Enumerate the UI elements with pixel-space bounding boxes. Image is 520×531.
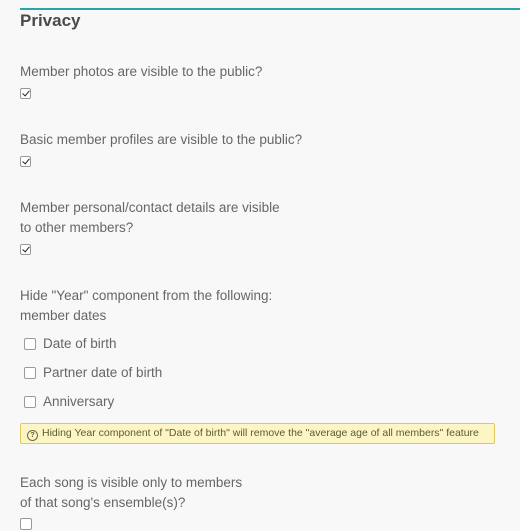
photos-public-checkbox[interactable] (20, 88, 31, 99)
song-visibility-checkbox[interactable] (20, 518, 32, 530)
hide-year-line1: Hide "Year" component from the following… (20, 288, 273, 303)
hide-year-label: Hide "Year" component from the following… (20, 286, 310, 326)
profiles-public-checkbox[interactable] (20, 156, 31, 167)
date-of-birth-label[interactable]: Date of birth (43, 335, 117, 353)
hide-year-warning-text: Hiding Year component of "Date of birth"… (42, 427, 479, 439)
personal-details-line1: Member personal/contact details are visi… (20, 200, 280, 215)
date-of-birth-checkbox[interactable] (24, 338, 36, 350)
anniversary-checkbox[interactable] (24, 396, 36, 408)
anniversary-label[interactable]: Anniversary (43, 393, 114, 411)
profiles-public-text: Basic member profiles are visible to the… (20, 132, 303, 147)
section-top-border (20, 8, 520, 10)
hide-year-line2: member dates (20, 308, 107, 323)
partner-date-of-birth-checkbox[interactable] (24, 367, 36, 379)
question-circle-icon: ? (27, 430, 38, 441)
photos-public-label: Member photos are visible to the public? (20, 62, 310, 82)
song-visibility-line1: Each song is visible only to members (20, 475, 243, 490)
song-visibility-line2: of that song's ensemble(s)? (20, 495, 186, 510)
personal-details-line2: to other members? (20, 220, 134, 235)
section-title: Privacy (20, 11, 81, 30)
personal-details-checkbox[interactable] (20, 244, 31, 255)
photos-public-text: Member photos are visible to the public? (20, 64, 263, 79)
profiles-public-label: Basic member profiles are visible to the… (20, 130, 340, 150)
partner-date-of-birth-label[interactable]: Partner date of birth (43, 364, 162, 382)
song-visibility-label: Each song is visible only to members of … (20, 473, 310, 513)
hide-year-warning-notice: ? Hiding Year component of "Date of birth… (20, 423, 495, 444)
personal-details-label: Member personal/contact details are visi… (20, 198, 310, 238)
